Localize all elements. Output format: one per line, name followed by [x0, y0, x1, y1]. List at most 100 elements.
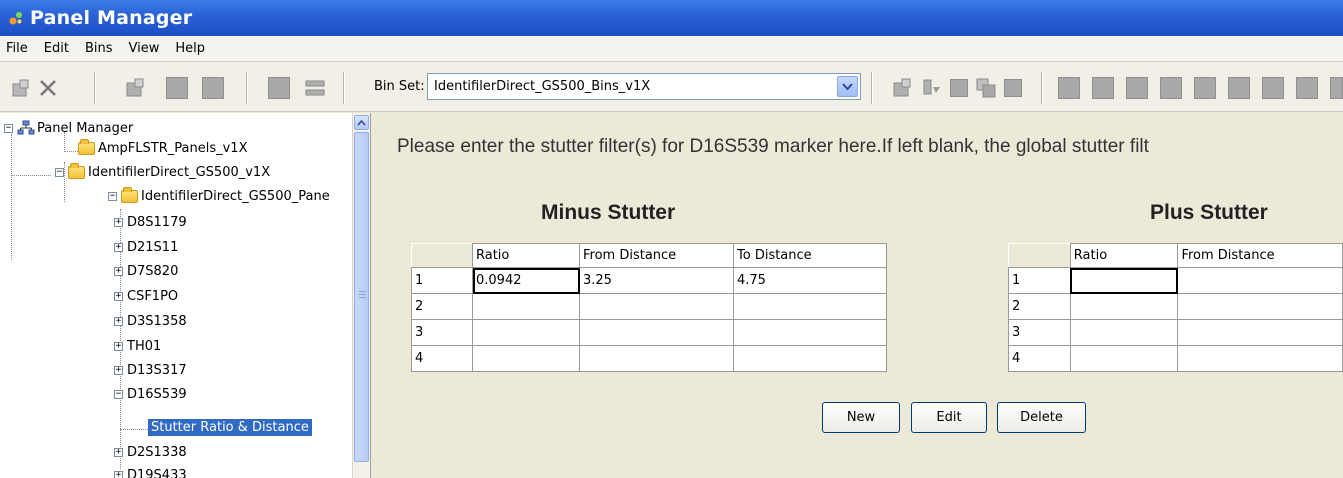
- bin-set-dropdown[interactable]: IdentifilerDirect_GS500_Bins_v1X: [427, 73, 861, 100]
- tree-marker[interactable]: + D2S1338: [114, 445, 187, 460]
- tool-icon-e[interactable]: [1194, 77, 1216, 99]
- tree-marker[interactable]: + D3S1358: [114, 314, 187, 329]
- expand-icon[interactable]: +: [114, 267, 123, 276]
- app-icon: [9, 12, 22, 25]
- collapse-icon[interactable]: −: [4, 123, 13, 133]
- table-row: 3: [1008, 319, 1343, 346]
- tree-scrollbar[interactable]: [352, 113, 370, 478]
- expand-icon[interactable]: +: [114, 243, 123, 252]
- col-header-ratio: Ratio: [472, 243, 580, 268]
- tool-icon-a[interactable]: [1058, 77, 1080, 99]
- to-distance-cell[interactable]: 4.75: [733, 267, 887, 294]
- to-distance-cell[interactable]: [733, 293, 887, 320]
- expand-icon[interactable]: +: [114, 292, 123, 301]
- ratio-cell[interactable]: [472, 293, 580, 320]
- bin-set-label: Bin Set:: [374, 79, 425, 94]
- delete-button[interactable]: Delete: [997, 402, 1086, 433]
- bin-copy-icon[interactable]: [975, 77, 997, 99]
- to-distance-cell[interactable]: [733, 319, 887, 346]
- tool-icon-d[interactable]: [1160, 77, 1182, 99]
- tool-icon-c[interactable]: [1126, 77, 1148, 99]
- col-header-from: From Distance: [1177, 243, 1343, 268]
- scroll-up-icon[interactable]: [354, 115, 369, 130]
- tree-root[interactable]: − Panel Manager: [4, 120, 133, 136]
- from-distance-cell[interactable]: [1177, 293, 1343, 320]
- from-distance-cell[interactable]: [1177, 345, 1343, 372]
- expand-icon[interactable]: +: [114, 317, 123, 326]
- ratio-cell[interactable]: [1069, 267, 1179, 294]
- tree-marker[interactable]: + D8S1179: [114, 215, 187, 230]
- menu-edit[interactable]: Edit: [44, 41, 69, 56]
- tree-marker[interactable]: + CSF1PO: [114, 289, 178, 304]
- expand-icon[interactable]: +: [114, 342, 123, 351]
- tree-leaf-selected[interactable]: Stutter Ratio & Distance: [148, 419, 312, 436]
- to-distance-cell[interactable]: [733, 345, 887, 372]
- menu-help[interactable]: Help: [175, 41, 205, 56]
- menu-bar: File Edit Bins View Help: [0, 36, 1343, 62]
- menu-file[interactable]: File: [6, 41, 28, 56]
- from-distance-cell[interactable]: [1177, 267, 1343, 294]
- from-distance-cell[interactable]: [579, 319, 734, 346]
- scroll-thumb[interactable]: [354, 132, 369, 462]
- expand-icon[interactable]: +: [114, 218, 123, 227]
- ratio-cell[interactable]: 0.0942: [472, 267, 580, 294]
- ratio-cell[interactable]: [472, 319, 580, 346]
- from-distance-cell[interactable]: [579, 345, 734, 372]
- new-button[interactable]: New: [822, 402, 900, 433]
- delete-icon[interactable]: [37, 77, 59, 99]
- table-row: 2: [1008, 293, 1343, 320]
- menu-view[interactable]: View: [129, 41, 160, 56]
- tree-folder-ampflstr[interactable]: AmpFLSTR_Panels_v1X: [78, 139, 247, 156]
- menu-bins[interactable]: Bins: [85, 41, 113, 56]
- row-number: 1: [1008, 267, 1071, 294]
- tree-panel-identifiler[interactable]: − IdentifilerDirect_GS500_Pane: [108, 187, 330, 204]
- collapse-icon[interactable]: −: [55, 168, 64, 177]
- marker-label: D16S539: [127, 387, 187, 402]
- add-bin-icon[interactable]: [268, 77, 290, 99]
- add-panel-icon[interactable]: [124, 77, 146, 99]
- bin-add-icon[interactable]: [950, 79, 968, 97]
- ratio-cell[interactable]: [1069, 345, 1179, 372]
- edit-button[interactable]: Edit: [911, 402, 987, 433]
- bin-split-icon[interactable]: [921, 77, 943, 99]
- bin-remove-icon[interactable]: [1004, 79, 1022, 97]
- toolbar-separator: [343, 72, 345, 104]
- minus-stutter-table: Ratio From Distance To Distance 1 0.0942…: [411, 243, 887, 372]
- ratio-cell[interactable]: [1069, 293, 1179, 320]
- bin-range-icon[interactable]: [304, 77, 326, 99]
- edit-marker-icon[interactable]: [202, 77, 224, 99]
- grip-line: [359, 291, 366, 292]
- tree-marker[interactable]: + TH01: [114, 339, 161, 354]
- grip-line: [359, 297, 366, 298]
- marker-label: D7S820: [127, 264, 179, 279]
- tree-folder-identifiler[interactable]: − IdentifilerDirect_GS500_v1X: [55, 163, 270, 180]
- marker-label: D8S1179: [127, 215, 187, 230]
- ratio-cell[interactable]: [1069, 319, 1179, 346]
- import-icon[interactable]: [10, 77, 32, 99]
- tool-icon-g[interactable]: [1262, 77, 1284, 99]
- tree-marker[interactable]: + D19S433: [114, 468, 187, 478]
- collapse-icon[interactable]: −: [114, 390, 123, 399]
- ratio-cell[interactable]: [472, 345, 580, 372]
- tool-icon-b[interactable]: [1092, 77, 1114, 99]
- tree-marker-expanded[interactable]: − D16S539: [114, 387, 187, 402]
- from-distance-cell[interactable]: [1177, 319, 1343, 346]
- from-distance-cell[interactable]: [579, 293, 734, 320]
- collapse-icon[interactable]: −: [108, 192, 117, 201]
- toolbar-separator: [246, 72, 248, 104]
- from-distance-cell[interactable]: 3.25: [579, 267, 734, 294]
- tool-icon-h[interactable]: [1296, 77, 1318, 99]
- chevron-down-icon[interactable]: [837, 76, 858, 97]
- marker-label: D3S1358: [127, 314, 187, 329]
- row-number: 4: [411, 345, 473, 372]
- expand-icon[interactable]: +: [114, 366, 123, 375]
- tool-icon-i[interactable]: [1330, 77, 1343, 99]
- tree-marker[interactable]: + D7S820: [114, 264, 178, 279]
- bin-tool-icon[interactable]: [891, 77, 913, 99]
- tree-marker[interactable]: + D21S11: [114, 240, 178, 255]
- add-marker-icon[interactable]: [166, 77, 188, 99]
- expand-icon[interactable]: +: [114, 448, 123, 457]
- expand-icon[interactable]: +: [114, 471, 123, 478]
- tool-icon-f[interactable]: [1228, 77, 1250, 99]
- tree-marker[interactable]: + D13S317: [114, 363, 187, 378]
